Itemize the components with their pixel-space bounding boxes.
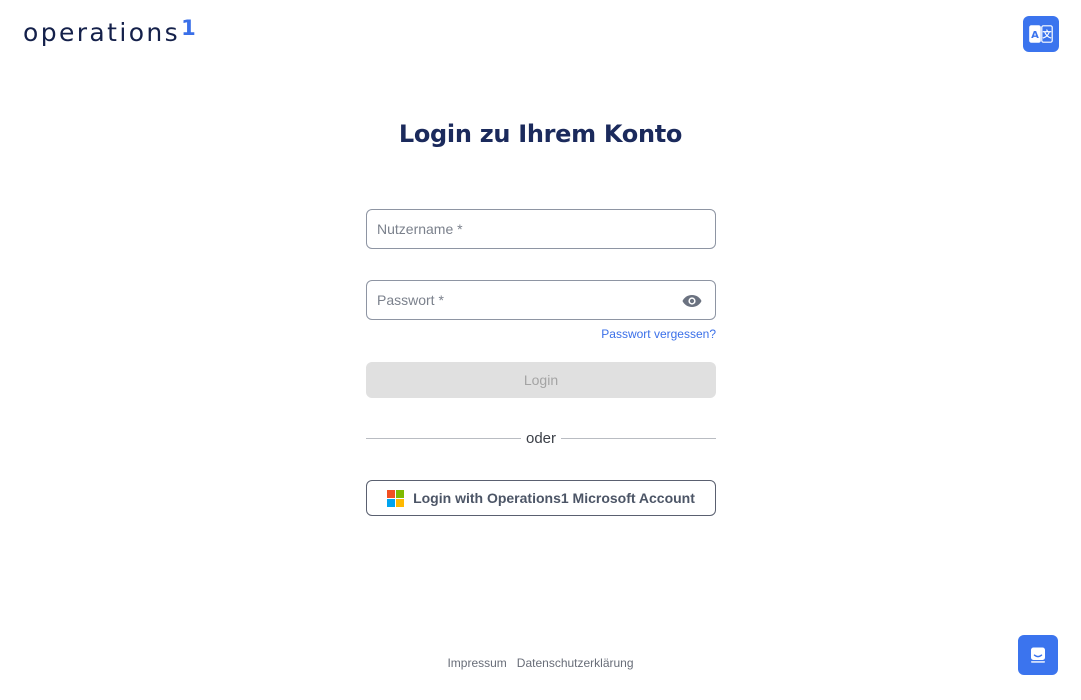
support-chat-button[interactable] [1018, 635, 1058, 675]
forgot-password-link[interactable]: Passwort vergessen? [601, 327, 716, 341]
microsoft-login-button[interactable]: Login with Operations1 Microsoft Account [366, 480, 716, 516]
divider-line-right [561, 437, 716, 439]
logo-text: operations [23, 18, 181, 47]
translate-icon: A 文 [1029, 25, 1053, 43]
toggle-password-visibility-button[interactable] [681, 290, 703, 312]
logo-superscript: 1 [181, 16, 199, 40]
impressum-link[interactable]: Impressum [447, 656, 506, 670]
password-field-wrapper [366, 280, 716, 320]
footer: Impressum Datenschutzerklärung [0, 656, 1081, 670]
username-field-wrapper [366, 209, 716, 249]
chat-icon [1031, 647, 1045, 663]
language-switch-button[interactable]: A 文 [1023, 16, 1059, 52]
microsoft-logo-icon [387, 489, 405, 507]
eye-icon [682, 295, 702, 307]
login-page: operations1 A 文 Login zu Ihrem Konto Pas… [0, 0, 1081, 700]
page-title: Login zu Ihrem Konto [398, 120, 683, 148]
login-button[interactable]: Login [366, 362, 716, 398]
microsoft-login-label: Login with Operations1 Microsoft Account [413, 490, 695, 506]
operations1-logo: operations1 [23, 16, 199, 49]
username-input[interactable] [367, 210, 715, 248]
svg-text:文: 文 [1041, 29, 1052, 41]
svg-text:A: A [1031, 30, 1039, 41]
divider-line-left [366, 437, 521, 439]
password-input[interactable] [367, 281, 715, 319]
or-divider: oder [366, 428, 716, 448]
divider-label: oder [525, 429, 557, 447]
privacy-policy-link[interactable]: Datenschutzerklärung [517, 656, 634, 670]
